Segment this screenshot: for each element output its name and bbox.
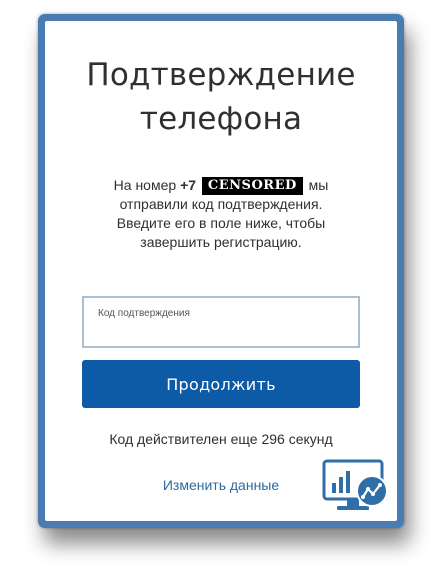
code-timer: Код действителен еще 296 секунд [109, 431, 333, 447]
phone-prefix: +7 [180, 177, 197, 193]
page-title: Подтверждение телефона [45, 53, 397, 141]
info-line-4: завершить регистрацию. [140, 234, 302, 251]
info-line-3: Введите его в поле ниже, чтобы [116, 215, 326, 232]
info-prefix: На номер [113, 177, 177, 193]
censored-phone-badge: CENSORED [201, 177, 303, 196]
info-suffix: мы [308, 177, 329, 193]
info-line-1: На номер +7 CENSORED мы [55, 176, 387, 196]
continue-button[interactable]: Продолжить [82, 360, 360, 408]
monitor-chart-icon [322, 459, 388, 510]
info-text: На номер +7 CENSORED мы отправили код по… [55, 176, 387, 252]
page: Подтверждение телефона На номер +7 CENSO… [0, 0, 438, 573]
title-line-2: телефона [139, 101, 303, 137]
info-line-2: отправили код подтверждения. [119, 196, 323, 213]
change-data-link[interactable]: Изменить данные [145, 477, 297, 493]
title-line-1: Подтверждение [86, 57, 356, 93]
phone-confirmation-card: Подтверждение телефона На номер +7 CENSO… [45, 21, 397, 521]
code-input[interactable] [96, 322, 350, 344]
code-field[interactable]: Код подтверждения [82, 296, 360, 348]
code-field-label: Код подтверждения [98, 308, 190, 319]
